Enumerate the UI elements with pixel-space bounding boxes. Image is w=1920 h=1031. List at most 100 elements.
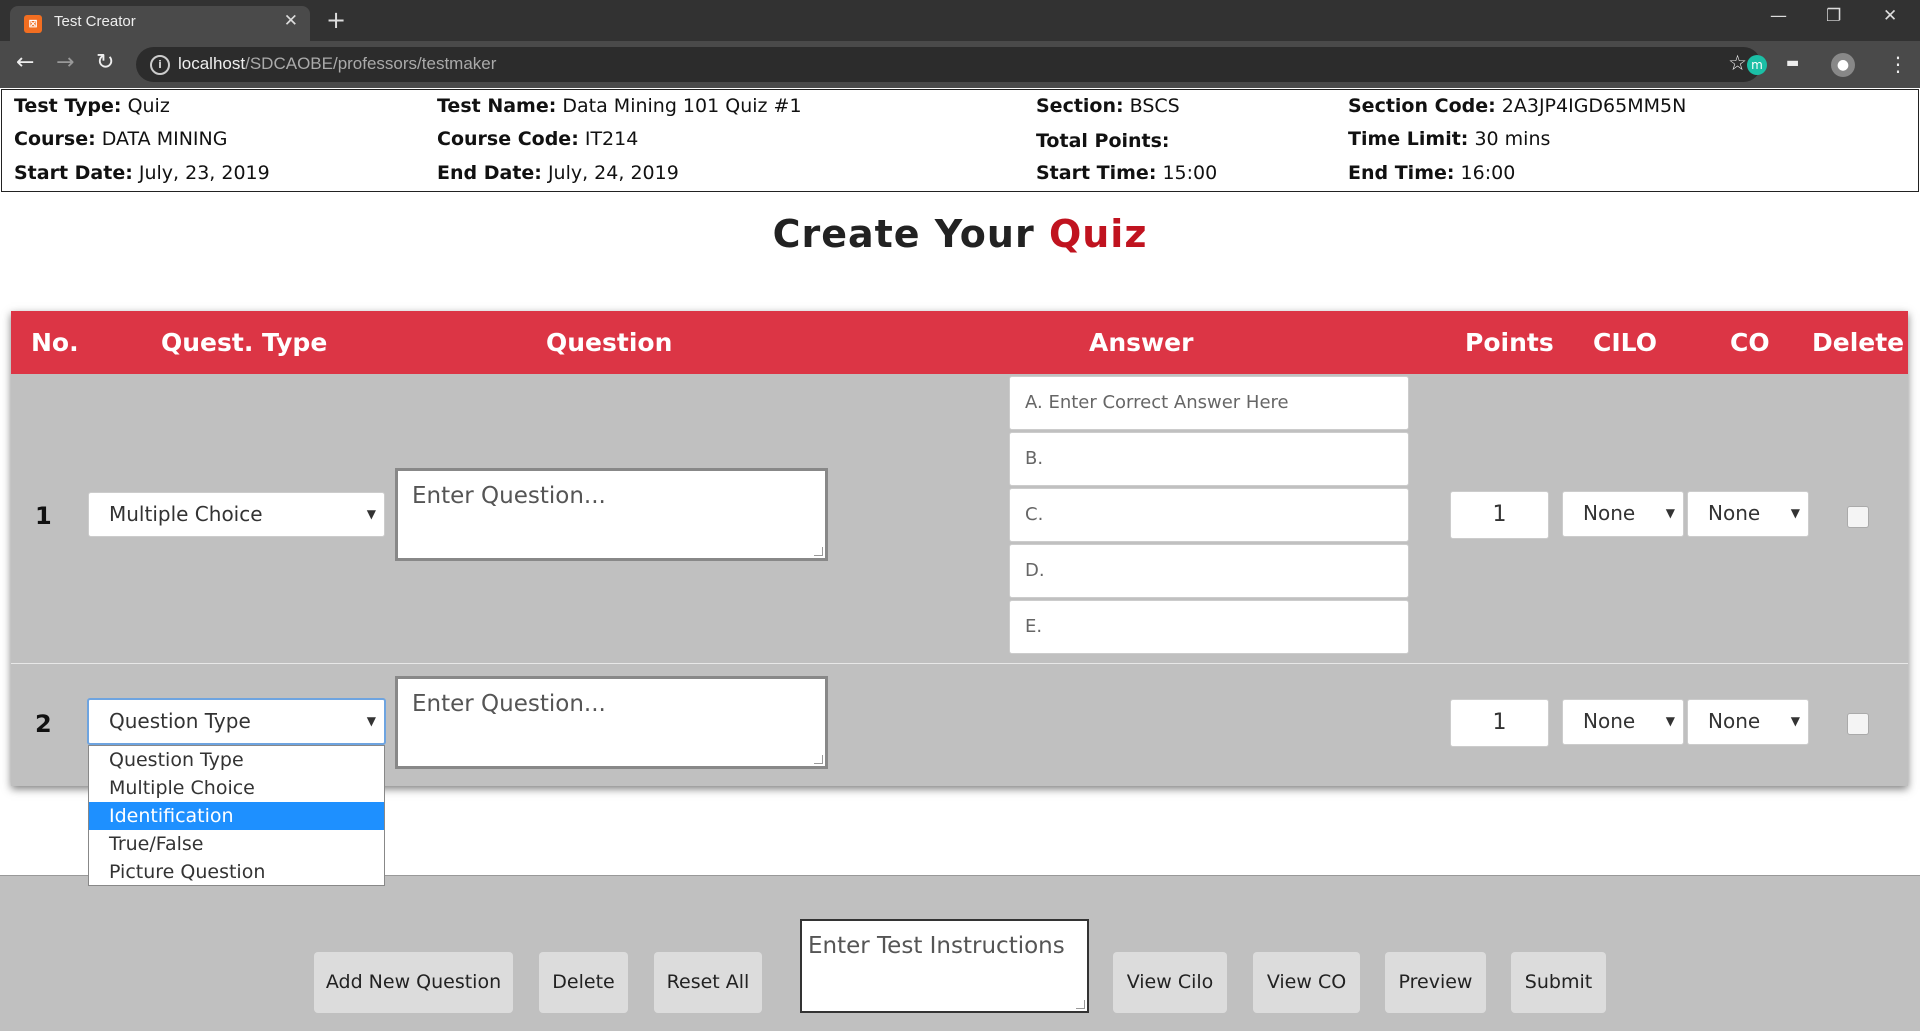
answer-input-c[interactable]: C. — [1009, 488, 1409, 542]
test-info-header: Test Type: Quiz Course: DATA MINING Star… — [1, 89, 1919, 192]
view-cilo-button[interactable]: View Cilo — [1113, 952, 1227, 1013]
tab-close-icon[interactable]: ✕ — [284, 11, 298, 31]
test-instructions-textarea[interactable]: Enter Test Instructions — [800, 919, 1089, 1013]
delete-checkbox[interactable] — [1847, 506, 1869, 528]
points-input[interactable]: 1 — [1450, 491, 1549, 539]
section-field: Section: BSCS — [1036, 95, 1180, 117]
question-placeholder: Enter Question... — [412, 691, 606, 717]
answer-input-a[interactable]: A. Enter Correct Answer Here — [1009, 376, 1409, 430]
section-code-field: Section Code: 2A3JP4IGD65MM5N — [1348, 95, 1687, 117]
address-bar[interactable]: i localhost/SDCAOBE/professors/testmaker… — [136, 47, 1761, 82]
question-textarea[interactable]: Enter Question... — [395, 676, 828, 769]
question-type-value: Question Type — [109, 709, 251, 733]
cilo-value: None — [1583, 501, 1636, 525]
delete-checkbox[interactable] — [1847, 713, 1869, 735]
table-header: No. Quest. Type Question Answer Points C… — [11, 311, 1908, 374]
submit-button[interactable]: Submit — [1511, 952, 1606, 1013]
extension-card-icon[interactable]: ▬ — [1786, 55, 1808, 73]
course-code-field: Course Code: IT214 — [437, 128, 639, 150]
dropdown-option[interactable]: Multiple Choice — [89, 774, 384, 802]
page-title: Create Your Quiz — [0, 212, 1920, 256]
question-type-select[interactable]: Multiple Choice ▼ — [88, 492, 385, 537]
info-icon[interactable]: i — [150, 55, 170, 75]
co-select[interactable]: None ▼ — [1687, 699, 1809, 745]
quiz-table: No. Quest. Type Question Answer Points C… — [11, 311, 1908, 786]
minimize-icon[interactable]: — — [1770, 6, 1787, 26]
course-field: Course: DATA MINING — [14, 128, 228, 150]
question-type-dropdown: Question Type Multiple Choice Identifica… — [88, 745, 385, 886]
header-answer: Answer — [1089, 328, 1194, 357]
title-prefix: Create Your — [772, 212, 1035, 256]
new-tab-icon[interactable]: + — [326, 6, 346, 34]
header-points: Points — [1465, 328, 1554, 357]
cilo-select[interactable]: None ▼ — [1562, 699, 1684, 745]
answer-input-d[interactable]: D. — [1009, 544, 1409, 598]
instructions-placeholder: Enter Test Instructions — [808, 933, 1065, 959]
browser-tab-bar: ⊠ Test Creator ✕ + — ❐ ✕ — [0, 0, 1920, 41]
start-time-field: Start Time: 15:00 — [1036, 162, 1218, 184]
url-path: /SDCAOBE/professors/testmaker — [245, 54, 497, 73]
total-points-field: Total Points: — [1036, 130, 1170, 152]
window-close-icon[interactable]: ✕ — [1883, 6, 1897, 26]
header-question: Question — [546, 328, 673, 357]
footer-toolbar: Add New Question Delete Reset All Enter … — [0, 875, 1920, 1031]
co-select[interactable]: None ▼ — [1687, 491, 1809, 537]
forward-icon[interactable]: → — [56, 50, 74, 75]
view-co-button[interactable]: View CO — [1253, 952, 1360, 1013]
question-type-select[interactable]: Question Type ▼ — [87, 698, 386, 745]
resize-handle-icon[interactable] — [1076, 1000, 1085, 1009]
test-type-field: Test Type: Quiz — [14, 95, 170, 117]
title-accent: Quiz — [1048, 212, 1148, 256]
dropdown-option[interactable]: True/False — [89, 830, 384, 858]
answer-input-b[interactable]: B. — [1009, 432, 1409, 486]
points-input[interactable]: 1 — [1450, 699, 1549, 747]
url-host: localhost — [178, 54, 246, 73]
delete-button[interactable]: Delete — [539, 952, 628, 1013]
row-number: 1 — [35, 502, 52, 530]
cilo-select[interactable]: None ▼ — [1562, 491, 1684, 537]
header-cilo: CILO — [1593, 328, 1657, 357]
end-time-field: End Time: 16:00 — [1348, 162, 1516, 184]
browser-tab[interactable]: ⊠ Test Creator ✕ — [10, 6, 310, 41]
dropdown-option-highlighted[interactable]: Identification — [89, 802, 384, 830]
row-divider — [11, 663, 1908, 664]
dropdown-option[interactable]: Question Type — [89, 746, 384, 774]
question-placeholder: Enter Question... — [412, 483, 606, 509]
extension-m-icon[interactable]: m — [1747, 55, 1767, 75]
header-co: CO — [1730, 328, 1770, 357]
row-number: 2 — [35, 710, 52, 738]
resize-handle-icon[interactable] — [814, 755, 823, 764]
restore-icon[interactable]: ❐ — [1826, 6, 1841, 26]
xampp-icon: ⊠ — [24, 15, 42, 33]
url[interactable]: localhost/SDCAOBE/professors/testmaker — [178, 54, 496, 74]
reload-icon[interactable]: ↻ — [96, 50, 114, 75]
back-icon[interactable]: ← — [16, 50, 34, 75]
chevron-down-icon: ▼ — [1790, 506, 1800, 520]
chevron-down-icon: ▼ — [366, 714, 376, 728]
start-date-field: Start Date: July, 23, 2019 — [14, 162, 270, 184]
question-textarea[interactable]: Enter Question... — [395, 468, 828, 561]
end-date-field: End Date: July, 24, 2019 — [437, 162, 679, 184]
answer-input-e[interactable]: E. — [1009, 600, 1409, 654]
reset-all-button[interactable]: Reset All — [654, 952, 762, 1013]
resize-handle-icon[interactable] — [814, 547, 823, 556]
add-new-question-button[interactable]: Add New Question — [314, 952, 513, 1013]
dropdown-option[interactable]: Picture Question — [89, 858, 384, 886]
address-toolbar: ← → ↻ i localhost/SDCAOBE/professors/tes… — [0, 41, 1920, 88]
question-type-value: Multiple Choice — [109, 502, 263, 526]
co-value: None — [1708, 501, 1761, 525]
chevron-down-icon: ▼ — [1665, 714, 1675, 728]
browser-menu-icon[interactable]: ⋮ — [1888, 52, 1908, 76]
tab-title: Test Creator — [54, 13, 136, 30]
chevron-down-icon: ▼ — [366, 507, 376, 521]
time-limit-field: Time Limit: 30 mins — [1348, 128, 1551, 150]
bookmark-star-icon[interactable]: ☆ — [1728, 51, 1747, 75]
profile-avatar-icon[interactable]: ● — [1831, 53, 1855, 77]
header-quest-type: Quest. Type — [161, 328, 328, 357]
chevron-down-icon: ▼ — [1665, 506, 1675, 520]
chevron-down-icon: ▼ — [1790, 714, 1800, 728]
preview-button[interactable]: Preview — [1385, 952, 1486, 1013]
header-no: No. — [31, 328, 79, 357]
co-value: None — [1708, 709, 1761, 733]
test-name-field: Test Name: Data Mining 101 Quiz #1 — [437, 95, 802, 117]
